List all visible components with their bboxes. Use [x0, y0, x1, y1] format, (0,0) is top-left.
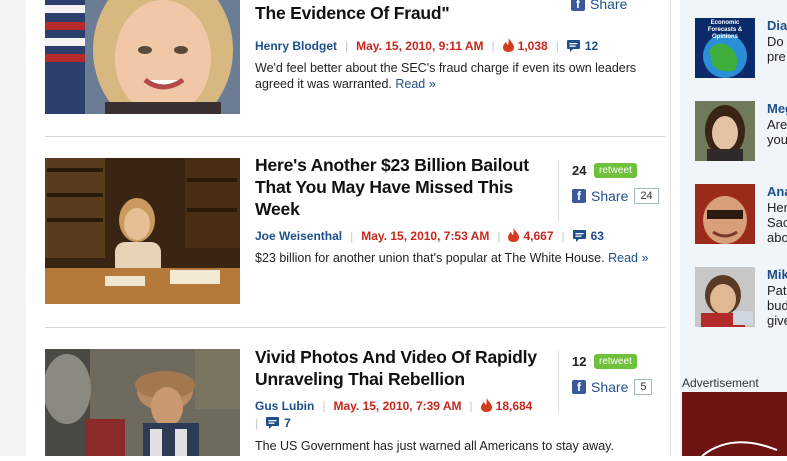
story-excerpt: The US Government has just warned all Am…	[255, 438, 665, 454]
read-more-link[interactable]: Read »	[395, 77, 435, 91]
story-meta: Gus Lubin | May. 15, 2010, 7:39 AM | 18,684	[255, 398, 532, 415]
story-excerpt: $23 billion for another union that's pop…	[255, 250, 665, 266]
share-label[interactable]: Share	[590, 0, 627, 12]
sidebar-line: Sac	[767, 215, 787, 230]
story-meta: Joe Weisenthal | May. 15, 2010, 7:53 AM | 4,…	[255, 228, 604, 245]
social-actions: f Share	[558, 0, 681, 14]
story-thumbnail[interactable]	[45, 349, 240, 456]
retweet-row: 24 retweet	[572, 160, 682, 180]
sidebar-item-name[interactable]: Meg	[767, 101, 787, 116]
facebook-share[interactable]: f Share 24	[572, 186, 682, 206]
facebook-share[interactable]: f Share	[571, 0, 681, 14]
comment-count[interactable]: 63	[591, 229, 604, 243]
story-date: May. 15, 2010, 7:53 AM	[361, 229, 490, 243]
flame-icon	[502, 38, 514, 55]
sidebar-line: you	[767, 132, 787, 147]
story-date: May. 15, 2010, 7:39 AM	[333, 399, 462, 413]
story-headline[interactable]: Vivid Photos And Video Of Rapidly Unrave…	[255, 346, 555, 390]
story-card: Here's Another $23 Billion Bailout That …	[45, 155, 665, 308]
story-excerpt: We'd feel better about the SEC's fraud c…	[255, 60, 665, 92]
facebook-icon: f	[572, 189, 586, 203]
comment-icon[interactable]	[572, 230, 586, 245]
sidebar-item-name[interactable]: Dia	[767, 18, 787, 33]
share-label[interactable]: Share	[591, 188, 628, 204]
retweet-button[interactable]: retweet	[594, 162, 637, 178]
story-headline[interactable]: Case: "I Have Serious Doubts About The E…	[255, 0, 555, 24]
author-link[interactable]: Joe Weisenthal	[255, 229, 342, 243]
sidebar-item[interactable]: Mik Pat bud give	[695, 267, 787, 329]
story-thumbnail[interactable]	[45, 0, 240, 114]
avatar[interactable]	[695, 184, 755, 244]
avatar[interactable]	[695, 101, 755, 161]
flame-icon	[508, 228, 520, 245]
separator: |	[345, 39, 349, 53]
sidebar-item-name[interactable]: Ana	[767, 184, 787, 199]
advertisement-banner[interactable]	[682, 392, 787, 457]
sidebar-line: abo	[767, 230, 787, 245]
separator: |	[322, 399, 326, 413]
facebook-icon: f	[572, 380, 586, 394]
comment-count[interactable]: 12	[585, 39, 598, 53]
read-more-link[interactable]: Read »	[608, 251, 648, 265]
retweet-count: 12	[572, 353, 587, 369]
sidebar-line: bud	[767, 298, 787, 313]
separator: |	[255, 416, 259, 430]
sidebar-line: give	[767, 313, 787, 328]
sidebar-line: Do	[767, 34, 784, 49]
excerpt-text: $23 billion for another union that's pop…	[255, 251, 605, 265]
separator: |	[555, 39, 559, 53]
separator: |	[491, 39, 495, 53]
advertisement-label: Advertisement	[682, 376, 759, 390]
hit-count: 4,667	[523, 229, 554, 243]
excerpt-text: The US Government has just warned all Am…	[255, 439, 614, 453]
story-divider	[45, 327, 665, 328]
share-label[interactable]: Share	[591, 379, 628, 395]
separator: |	[350, 229, 354, 243]
author-link[interactable]: Gus Lubin	[255, 399, 314, 413]
separator: |	[497, 229, 501, 243]
comment-icon[interactable]	[266, 417, 280, 432]
comment-icon[interactable]	[566, 40, 580, 55]
facebook-share[interactable]: f Share 5	[572, 377, 682, 397]
hit-count: 18,684	[495, 399, 533, 413]
comment-count[interactable]: 7	[284, 416, 291, 430]
facebook-icon: f	[571, 0, 585, 11]
social-actions: 24 retweet f Share 24	[558, 160, 682, 222]
story-card: Case: "I Have Serious Doubts About The E…	[45, 0, 665, 136]
share-count: 24	[634, 188, 659, 204]
sidebar-item-text: Do pre	[767, 34, 786, 64]
hit-count: 1,038	[517, 39, 548, 53]
left-gutter	[0, 0, 26, 456]
sidebar-item-text: Pat bud give	[767, 283, 787, 328]
separator: |	[561, 229, 565, 243]
sidebar-line: Pat	[767, 283, 787, 298]
story-thumbnail[interactable]	[45, 158, 240, 304]
avatar[interactable]	[695, 267, 755, 327]
excerpt-text: We'd feel better about the SEC's fraud c…	[255, 61, 637, 91]
sidebar-item-text: Her Sac abo	[767, 200, 787, 245]
story-divider	[45, 136, 665, 137]
sidebar-item[interactable]: Economic Forecasts & Opinions Dia Do pre	[695, 18, 787, 80]
avatar-caption: Economic Forecasts & Opinions	[707, 20, 743, 40]
retweet-button[interactable]: retweet	[594, 353, 637, 369]
author-link[interactable]: Henry Blodget	[255, 39, 337, 53]
retweet-count: 24	[572, 162, 587, 178]
sidebar-line: Are	[767, 117, 787, 132]
story-meta-comments: | 7	[255, 416, 291, 432]
social-actions: 12 retweet f Share 5	[558, 351, 682, 413]
separator: |	[469, 399, 473, 413]
flame-icon	[480, 398, 492, 415]
sidebar-item-name[interactable]: Mik	[767, 267, 787, 282]
retweet-row: 12 retweet	[572, 351, 682, 371]
sidebar-item-text: Are you	[767, 117, 787, 147]
story-headline[interactable]: Here's Another $23 Billion Bailout That …	[255, 154, 555, 220]
story-date: May. 15, 2010, 9:11 AM	[356, 39, 484, 53]
sidebar-line: Her	[767, 200, 787, 215]
story-card: Vivid Photos And Video Of Rapidly Unrave…	[45, 346, 665, 459]
sidebar-line: pre	[767, 49, 786, 64]
story-meta: Henry Blodget | May. 15, 2010, 9:11 AM | 1,0…	[255, 38, 598, 55]
sidebar-item[interactable]: Ana Her Sac abo	[695, 184, 787, 246]
sidebar-item[interactable]: Meg Are you	[695, 101, 787, 163]
share-count: 5	[634, 379, 653, 395]
